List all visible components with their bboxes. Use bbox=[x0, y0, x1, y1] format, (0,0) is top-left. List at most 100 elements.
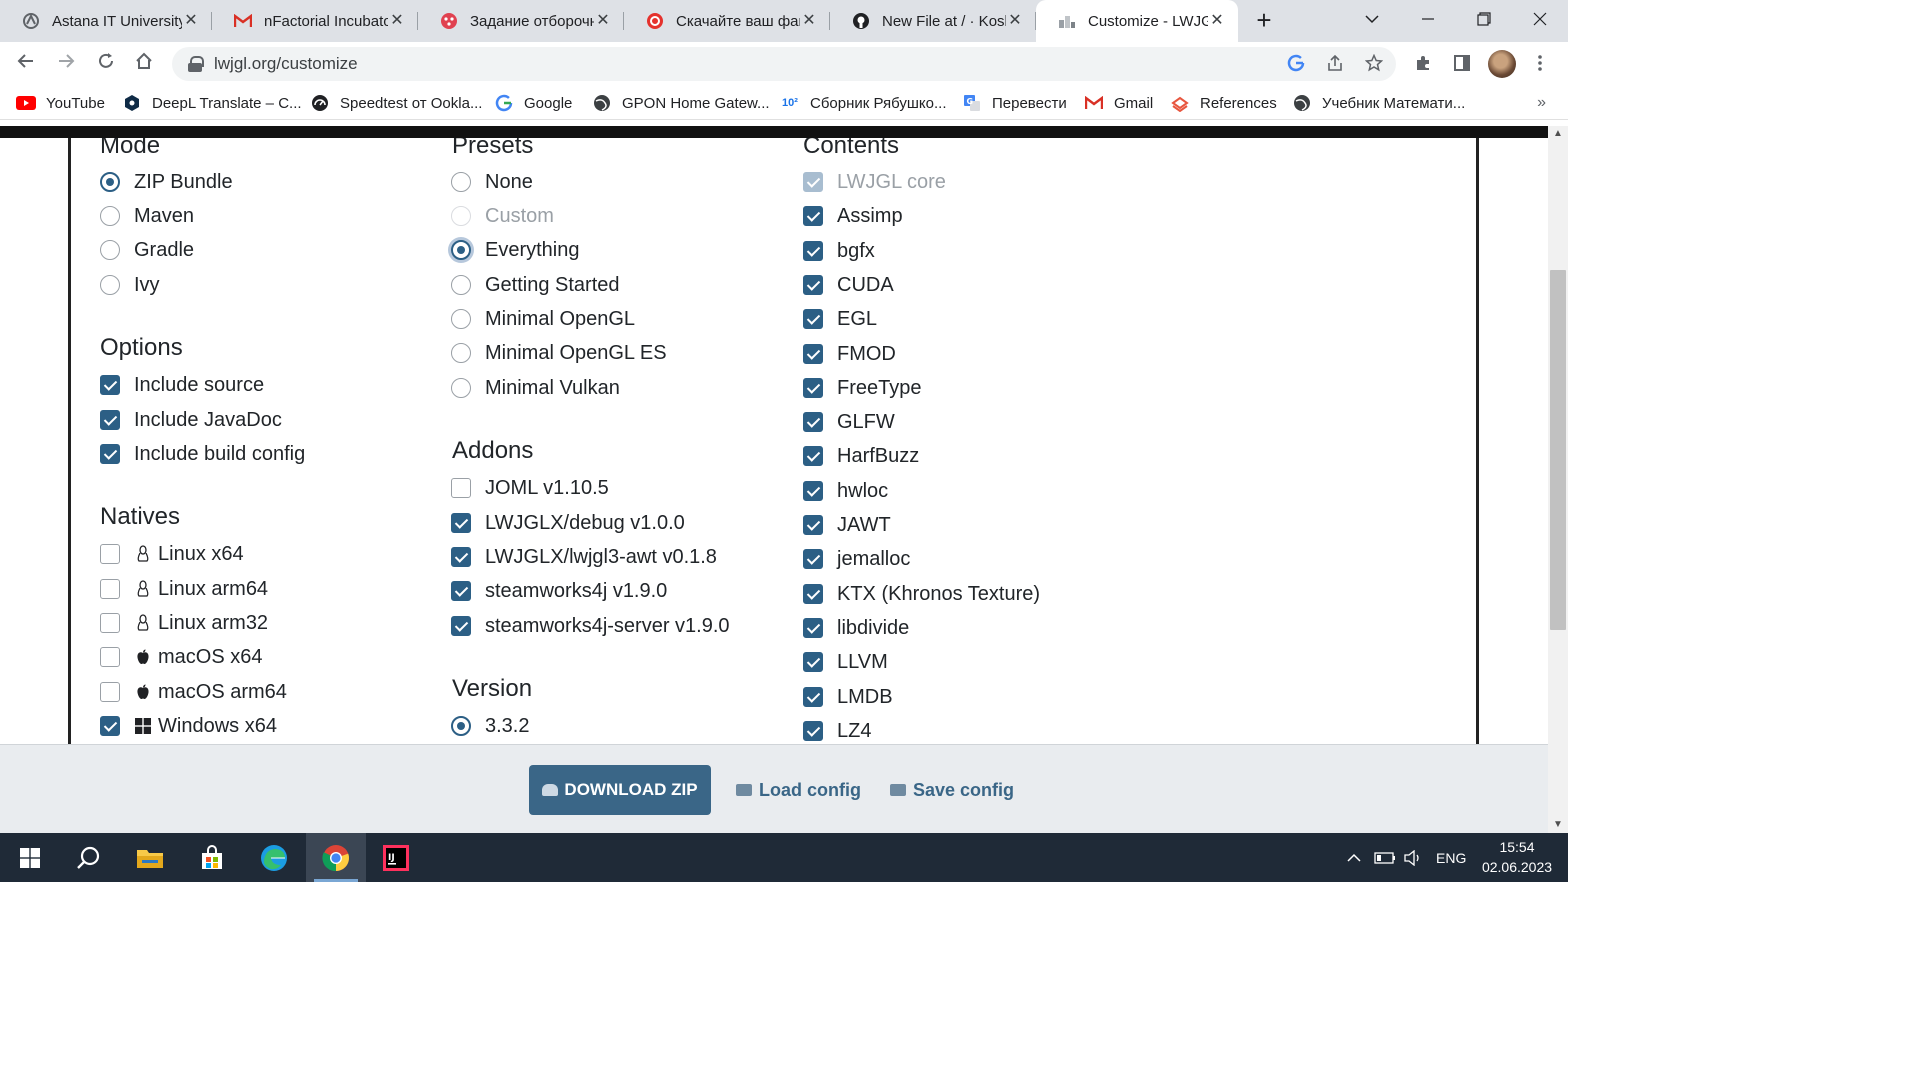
content-item[interactable]: Assimp bbox=[803, 202, 903, 230]
checkbox[interactable] bbox=[100, 375, 120, 395]
checkbox[interactable] bbox=[100, 444, 120, 464]
checkbox[interactable] bbox=[803, 275, 823, 295]
home-button[interactable] bbox=[130, 50, 158, 78]
radio-button[interactable] bbox=[451, 343, 471, 363]
option-include-javadoc[interactable]: Include JavaDoc bbox=[100, 406, 282, 434]
content-item[interactable]: FMOD bbox=[803, 340, 896, 368]
close-icon[interactable]: ✕ bbox=[182, 12, 200, 30]
microsoft-store-button[interactable] bbox=[182, 833, 242, 882]
minimize-button[interactable] bbox=[1400, 0, 1456, 38]
side-panel-button[interactable] bbox=[1447, 48, 1477, 78]
addon-joml[interactable]: JOML v1.10.5 bbox=[451, 474, 609, 502]
show-hidden-icons-button[interactable] bbox=[1346, 833, 1362, 882]
bookmark-star-button[interactable] bbox=[1359, 48, 1389, 78]
radio-button[interactable] bbox=[100, 275, 120, 295]
radio-button[interactable] bbox=[451, 240, 471, 260]
bookmark-gpon[interactable]: GPON Home Gatew... bbox=[592, 92, 770, 114]
bookmark-translate[interactable]: G Перевести bbox=[962, 92, 1067, 114]
close-icon[interactable]: ✕ bbox=[594, 12, 612, 30]
mode-maven[interactable]: Maven bbox=[100, 202, 194, 230]
scroll-down-arrow-icon[interactable]: ▼ bbox=[1548, 817, 1568, 833]
checkbox[interactable] bbox=[451, 616, 471, 636]
checkbox[interactable] bbox=[803, 206, 823, 226]
bookmark-gmail[interactable]: Gmail bbox=[1084, 92, 1153, 114]
content-item[interactable]: GLFW bbox=[803, 408, 895, 436]
content-item[interactable]: KTX (Khronos Texture) bbox=[803, 580, 1040, 608]
url-text[interactable]: lwjgl.org/customize bbox=[214, 54, 358, 74]
close-icon[interactable]: ✕ bbox=[1006, 12, 1024, 30]
content-item[interactable]: EGL bbox=[803, 305, 877, 333]
preset-everything[interactable]: Everything bbox=[451, 236, 580, 264]
checkbox[interactable] bbox=[803, 687, 823, 707]
preset-minimal-opengl-es[interactable]: Minimal OpenGL ES bbox=[451, 339, 667, 367]
checkbox[interactable] bbox=[803, 481, 823, 501]
checkbox[interactable] bbox=[100, 613, 120, 633]
checkbox[interactable] bbox=[100, 410, 120, 430]
content-item[interactable]: bgfx bbox=[803, 237, 875, 265]
version-3-3-2[interactable]: 3.3.2 bbox=[451, 712, 529, 740]
tab-zadanie[interactable]: Задание отборочн ✕ bbox=[418, 0, 624, 42]
content-item[interactable]: CUDA bbox=[803, 271, 894, 299]
checkbox[interactable] bbox=[100, 682, 120, 702]
native-macos-x64[interactable]: macOS x64 bbox=[100, 643, 262, 671]
file-explorer-button[interactable] bbox=[120, 833, 180, 882]
preset-getting-started[interactable]: Getting Started bbox=[451, 271, 620, 299]
checkbox[interactable] bbox=[803, 378, 823, 398]
bookmark-matematika[interactable]: Учебник Математи... bbox=[1292, 92, 1465, 114]
tab-lwjgl[interactable]: Customize - LWJGL ✕ bbox=[1036, 0, 1238, 42]
battery-status[interactable] bbox=[1374, 833, 1396, 882]
tab-search-button[interactable] bbox=[1344, 0, 1400, 38]
native-linux-arm64[interactable]: Linux arm64 bbox=[100, 575, 268, 603]
more-bookmarks-button[interactable]: » bbox=[1537, 94, 1546, 112]
native-macos-arm64[interactable]: macOS arm64 bbox=[100, 678, 287, 706]
checkbox[interactable] bbox=[803, 618, 823, 638]
radio-button[interactable] bbox=[451, 275, 471, 295]
checkbox[interactable] bbox=[100, 544, 120, 564]
content-item[interactable]: libdivide bbox=[803, 614, 909, 642]
close-icon[interactable]: ✕ bbox=[1208, 12, 1226, 30]
native-windows-x64[interactable]: Windows x64 bbox=[100, 712, 277, 740]
radio-button[interactable] bbox=[451, 309, 471, 329]
checkbox[interactable] bbox=[803, 241, 823, 261]
tab-astana[interactable]: Astana IT University ✕ bbox=[0, 0, 212, 42]
content-item[interactable]: HarfBuzz bbox=[803, 442, 919, 470]
checkbox[interactable] bbox=[451, 478, 471, 498]
checkbox[interactable] bbox=[803, 344, 823, 364]
addon-lwjgl3-awt[interactable]: LWJGLX/lwjgl3-awt v0.1.8 bbox=[451, 543, 717, 571]
mode-zip-bundle[interactable]: ZIP Bundle bbox=[100, 168, 233, 196]
reload-button[interactable] bbox=[92, 50, 120, 78]
checkbox[interactable] bbox=[100, 716, 120, 736]
forward-button[interactable] bbox=[52, 50, 80, 78]
back-button[interactable] bbox=[12, 50, 40, 78]
native-linux-arm32[interactable]: Linux arm32 bbox=[100, 609, 268, 637]
radio-button[interactable] bbox=[100, 240, 120, 260]
bookmark-deepl[interactable]: DeepL Translate – C... bbox=[122, 92, 302, 114]
checkbox[interactable] bbox=[803, 584, 823, 604]
checkbox[interactable] bbox=[451, 581, 471, 601]
checkbox[interactable] bbox=[803, 309, 823, 329]
bookmark-ryabushko[interactable]: 10² Сборник Рябушко... bbox=[780, 92, 946, 114]
volume-control[interactable] bbox=[1404, 833, 1424, 882]
checkbox[interactable] bbox=[100, 647, 120, 667]
radio-button[interactable] bbox=[451, 378, 471, 398]
checkbox[interactable] bbox=[803, 652, 823, 672]
language-indicator[interactable]: ENG bbox=[1436, 833, 1466, 882]
page-scrollbar[interactable]: ▲ ▼ bbox=[1548, 126, 1568, 833]
lock-icon[interactable] bbox=[188, 56, 204, 72]
chrome-button[interactable] bbox=[306, 833, 366, 882]
radio-button[interactable] bbox=[451, 716, 471, 736]
preset-minimal-vulkan[interactable]: Minimal Vulkan bbox=[451, 374, 620, 402]
addon-steamworks4j-server[interactable]: steamworks4j-server v1.9.0 bbox=[451, 612, 730, 640]
menu-button[interactable] bbox=[1525, 48, 1555, 78]
option-include-source[interactable]: Include source bbox=[100, 371, 264, 399]
save-config-button[interactable]: Save config bbox=[890, 779, 1014, 801]
edge-button[interactable] bbox=[244, 833, 304, 882]
content-item[interactable]: hwloc bbox=[803, 477, 888, 505]
close-icon[interactable]: ✕ bbox=[388, 12, 406, 30]
radio-button[interactable] bbox=[100, 172, 120, 192]
checkbox[interactable] bbox=[100, 579, 120, 599]
scrollbar-thumb[interactable] bbox=[1550, 270, 1566, 630]
checkbox[interactable] bbox=[451, 547, 471, 567]
bookmark-google[interactable]: Google bbox=[494, 92, 572, 114]
option-include-build-config[interactable]: Include build config bbox=[100, 440, 305, 468]
